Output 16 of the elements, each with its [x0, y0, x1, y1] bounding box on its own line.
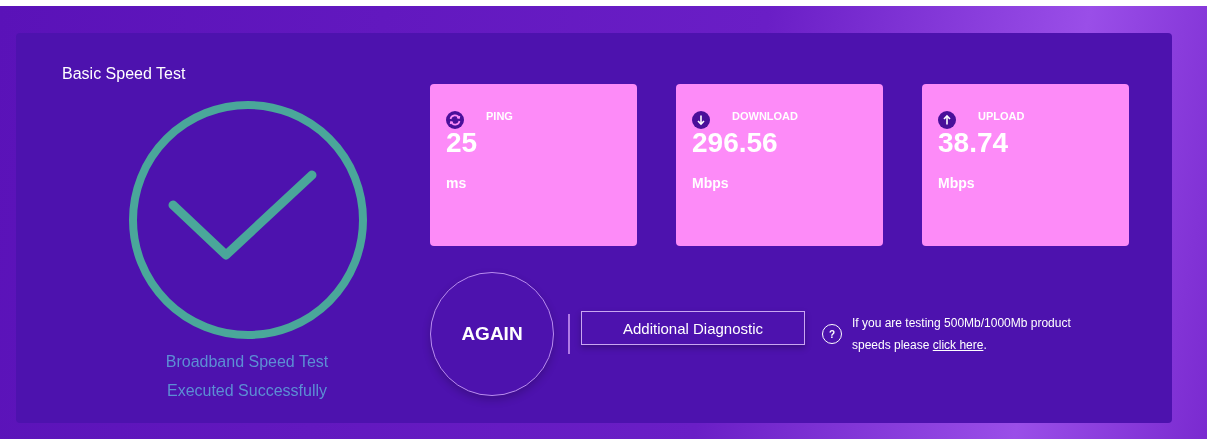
metric-value: 25 [446, 127, 479, 159]
check-circle-icon [127, 99, 369, 341]
refresh-icon [446, 111, 464, 129]
metric-label: PING [486, 110, 513, 122]
metric-unit: ms [446, 175, 468, 191]
metric-value: 38.74 [938, 127, 1010, 159]
metric-unit: Mbps [692, 175, 730, 191]
help-note: If you are testing 500Mb/1000Mb product speeds please click here. [852, 315, 1072, 354]
metric-value: 296.56 [692, 127, 779, 159]
again-button[interactable]: AGAIN [430, 272, 554, 396]
diagnostic-button[interactable]: Additional Diagnostic [581, 311, 805, 345]
status-message: Broadband Speed Test Executed Successfully [164, 352, 330, 401]
panel-title: Basic Speed Test [62, 65, 187, 83]
metric-label: DOWNLOAD [732, 110, 798, 122]
metric-unit: Mbps [938, 175, 976, 191]
metric-label: UPLOAD [978, 110, 1025, 122]
